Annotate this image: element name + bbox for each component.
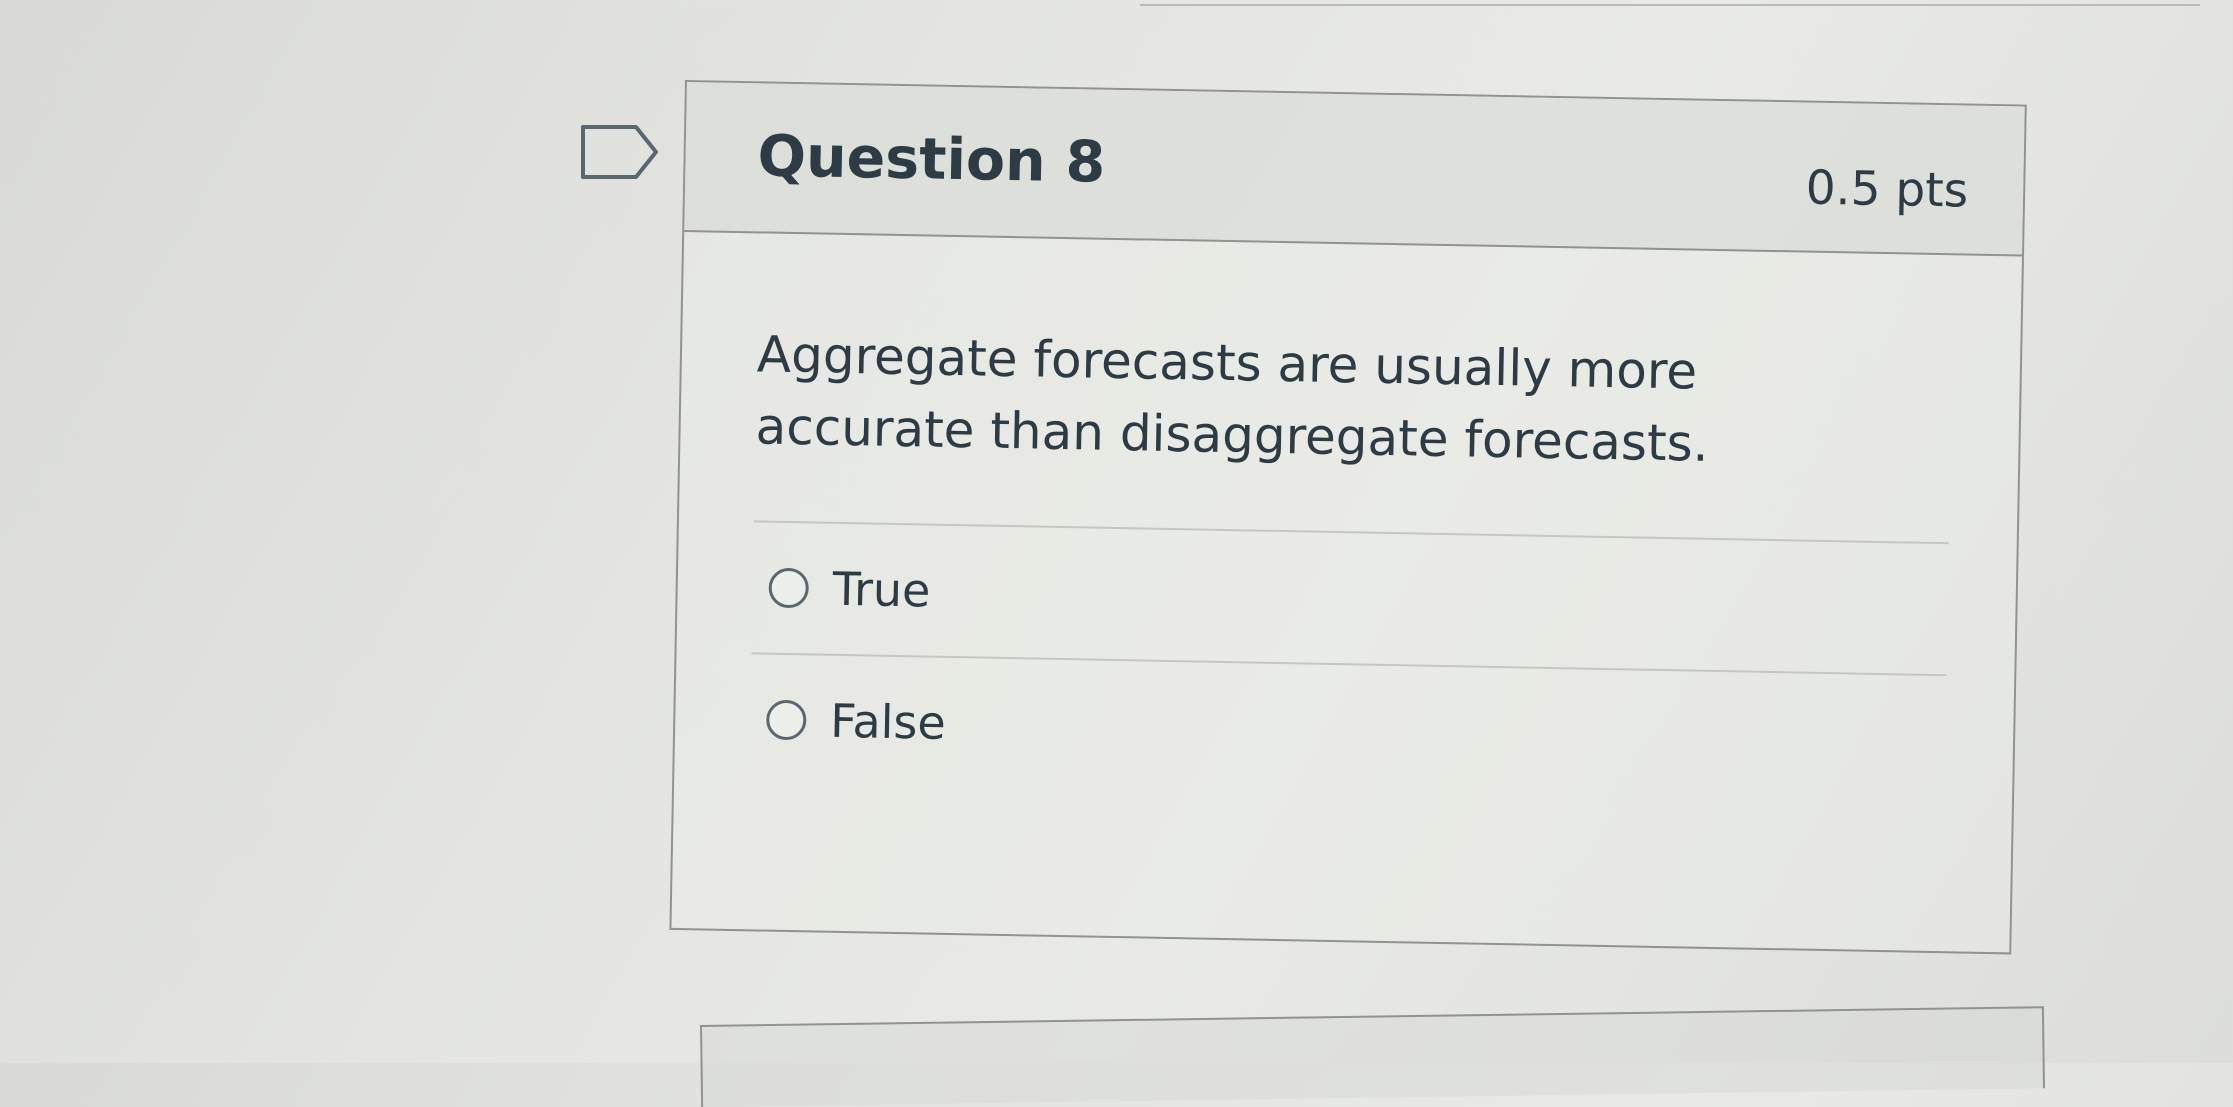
question-body: Aggregate forecasts are usually more acc… — [674, 232, 2022, 807]
question-card: Question 8 0.5 pts Aggregate forecasts a… — [669, 80, 2027, 955]
next-question-card-edge — [700, 1006, 2046, 1107]
answer-option-false[interactable]: False — [749, 652, 1947, 807]
radio-button-true[interactable] — [768, 567, 810, 609]
radio-button-false[interactable] — [765, 699, 807, 741]
flag-question-icon[interactable] — [580, 124, 660, 180]
answer-option-true[interactable]: True — [751, 520, 1949, 675]
answer-label-true[interactable]: True — [832, 562, 931, 618]
question-points: 0.5 pts — [1805, 160, 1969, 219]
answer-list: True False — [749, 520, 1949, 807]
answer-label-false[interactable]: False — [830, 694, 946, 750]
question-text: Aggregate forecasts are usually more acc… — [755, 325, 1710, 473]
question-title: Question 8 — [757, 123, 1106, 196]
previous-card-edge — [1140, 0, 2200, 6]
question-header: Question 8 0.5 pts — [684, 82, 2025, 257]
